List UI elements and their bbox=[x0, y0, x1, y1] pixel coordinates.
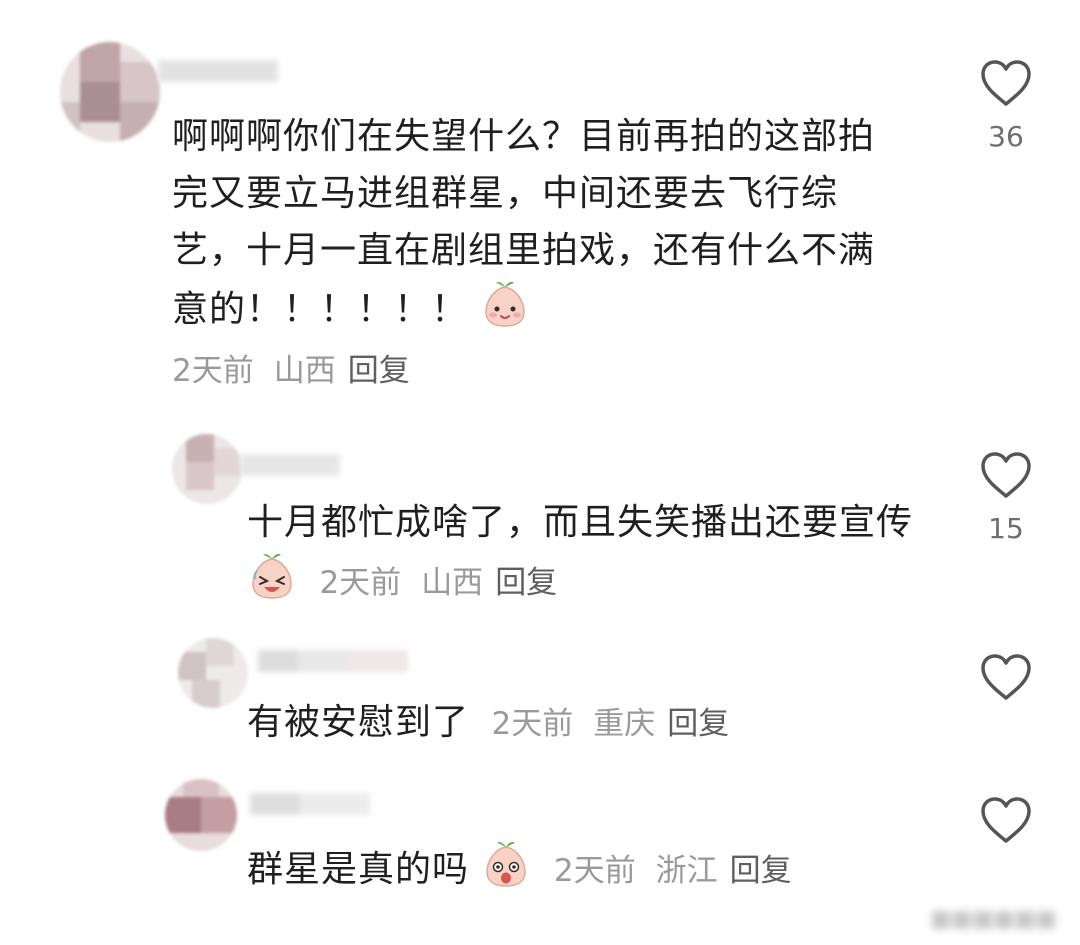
heart-outline-icon bbox=[981, 452, 1031, 498]
reply-button[interactable]: 回复 bbox=[667, 706, 729, 742]
watermark-blurred bbox=[932, 911, 1062, 937]
avatar[interactable] bbox=[165, 779, 237, 851]
comment-body: 群星是真的吗 bbox=[247, 849, 470, 890]
comment-time: 2天前 bbox=[319, 565, 402, 601]
comment-text: 有被安慰到了 2天前 重庆 回复 bbox=[247, 694, 937, 753]
comment-location: 重庆 bbox=[593, 706, 656, 742]
comment-meta: 2天前 山西 回复 bbox=[172, 345, 410, 390]
reply-button[interactable]: 回复 bbox=[495, 565, 557, 601]
comment-meta: 2天前 山西 回复 bbox=[319, 565, 557, 601]
avatar[interactable] bbox=[60, 42, 160, 142]
comment-body: 有被安慰到了 bbox=[247, 702, 470, 743]
comment-text: 十月都忙成啥了，而且失笑播出还要宣传 2天前 山西 回复 bbox=[247, 494, 937, 618]
comment-text: 群星是真的吗 2天前 浙江 回复 bbox=[247, 839, 947, 906]
smiling-peach-emoji bbox=[480, 279, 530, 346]
username-blurred[interactable] bbox=[158, 60, 278, 82]
like-button[interactable]: 15 bbox=[966, 450, 1046, 545]
like-button[interactable]: 36 bbox=[966, 58, 1046, 153]
comment-location: 山西 bbox=[273, 353, 336, 389]
reply-button[interactable]: 回复 bbox=[348, 353, 410, 389]
crying-peach-emoji bbox=[247, 551, 297, 618]
comment-meta: 2天前 浙江 回复 bbox=[554, 853, 792, 889]
reply-item: 群星是真的吗 2天前 浙江 回复 bbox=[0, 775, 1080, 925]
username-blurred[interactable] bbox=[258, 650, 428, 672]
comment-time: 2天前 bbox=[491, 706, 574, 742]
heart-outline-icon bbox=[981, 60, 1031, 106]
comment-location: 浙江 bbox=[655, 853, 718, 889]
reply-item: 有被安慰到了 2天前 重庆 回复 bbox=[0, 630, 1080, 760]
avatar[interactable] bbox=[172, 434, 242, 504]
reply-item: 十月都忙成啥了，而且失笑播出还要宣传 2天前 山西 回复 15 bbox=[0, 420, 1080, 620]
like-count: 15 bbox=[988, 512, 1024, 545]
avatar[interactable] bbox=[178, 638, 248, 708]
comment-location: 山西 bbox=[421, 565, 484, 601]
comment-time: 2天前 bbox=[172, 353, 254, 389]
surprised-peach-emoji bbox=[481, 839, 531, 906]
comment-item: 啊啊啊你们在失望什么？目前再拍的这部拍完又要立马进组群星，中间还要去飞行综艺，十… bbox=[0, 0, 1080, 400]
heart-outline-icon bbox=[981, 797, 1031, 843]
like-button[interactable] bbox=[966, 652, 1046, 702]
username-blurred[interactable] bbox=[240, 454, 340, 476]
comment-time: 2天前 bbox=[553, 853, 636, 889]
heart-outline-icon bbox=[981, 654, 1031, 700]
username-blurred[interactable] bbox=[250, 793, 370, 815]
like-button[interactable] bbox=[966, 795, 1046, 845]
comment-body: 十月都忙成啥了，而且失笑播出还要宣传 bbox=[247, 502, 914, 543]
like-count: 36 bbox=[988, 120, 1024, 153]
comment-meta: 2天前 重庆 回复 bbox=[491, 706, 729, 742]
comment-text: 啊啊啊你们在失望什么？目前再拍的这部拍完又要立马进组群星，中间还要去飞行综艺，十… bbox=[172, 108, 902, 346]
reply-button[interactable]: 回复 bbox=[730, 853, 792, 889]
